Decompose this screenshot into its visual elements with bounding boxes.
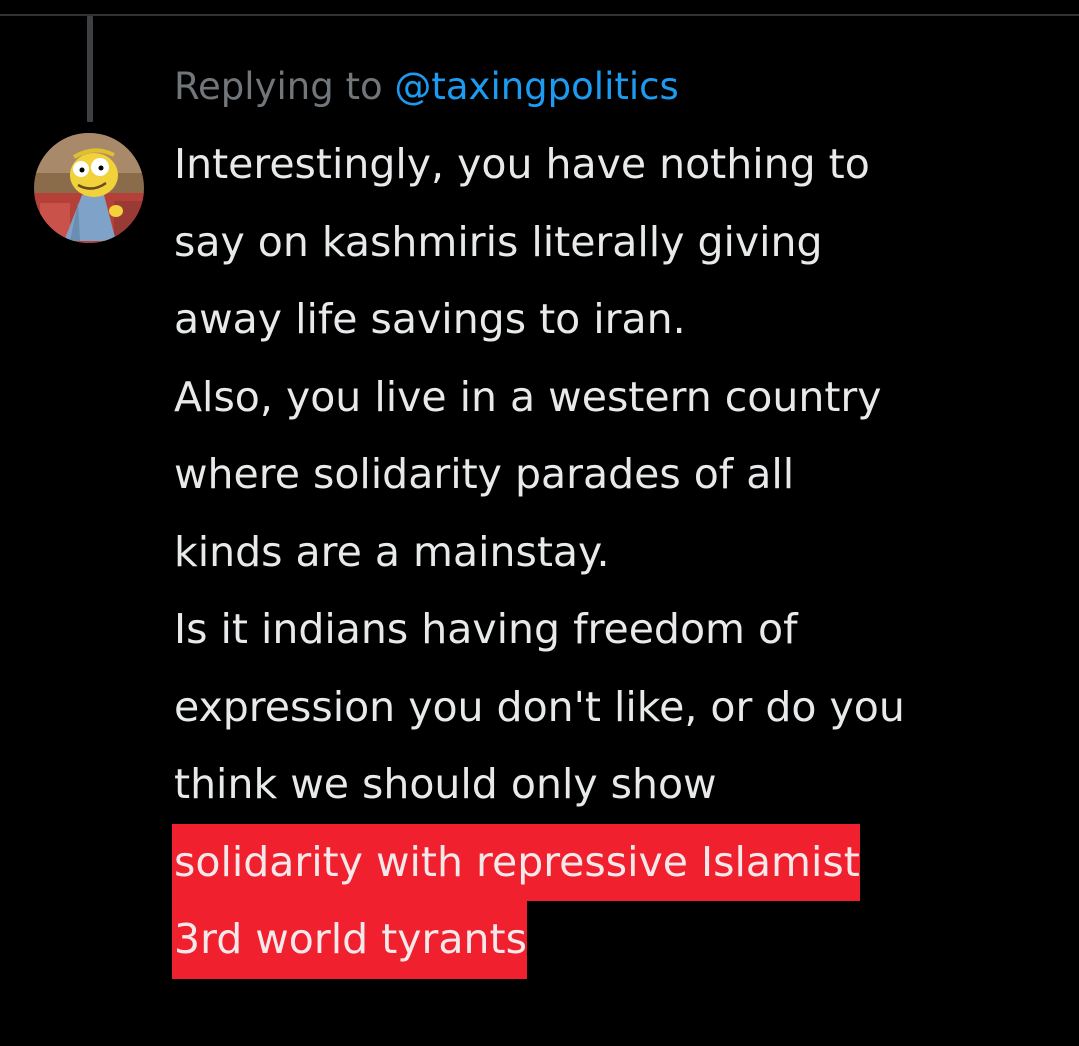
tweet-text-line: Interestingly, you have nothing to xyxy=(174,140,870,188)
tweet-text-line: away life savings to iran. xyxy=(174,295,686,343)
avatar[interactable] xyxy=(34,133,144,243)
mention-link[interactable]: @taxingpolitics xyxy=(394,65,678,108)
tweet-text-line: Is it indians having freedom of xyxy=(174,605,798,653)
tweet-text-line: expression you don't like, or do you xyxy=(174,682,905,731)
replying-to-line: Replying to @taxingpolitics xyxy=(174,60,679,114)
replying-to-label: Replying to xyxy=(174,65,383,108)
tweet-text-line: where solidarity parades of all xyxy=(174,450,795,498)
highlighted-text: solidarity with repressive Islamist xyxy=(172,823,860,901)
highlighted-line: 3rd world tyrants xyxy=(172,901,1054,979)
tweet-text-line: say on kashmiris literally giving xyxy=(174,217,823,266)
tweet-text: Interestingly, you have nothing to say o… xyxy=(172,126,1054,979)
highlighted-line: solidarity with repressive Islamist xyxy=(172,823,1054,901)
highlighted-text: 3rd world tyrants xyxy=(172,901,527,979)
tweet-text-line: kinds are a mainstay. xyxy=(174,527,610,576)
tweet-text-line: think we should only show xyxy=(174,760,717,808)
thread-connector-line xyxy=(87,16,93,122)
top-divider xyxy=(0,14,1079,16)
cartoon-character-avatar-icon xyxy=(34,133,144,243)
tweet-text-line: Also, you live in a western country xyxy=(174,372,882,421)
